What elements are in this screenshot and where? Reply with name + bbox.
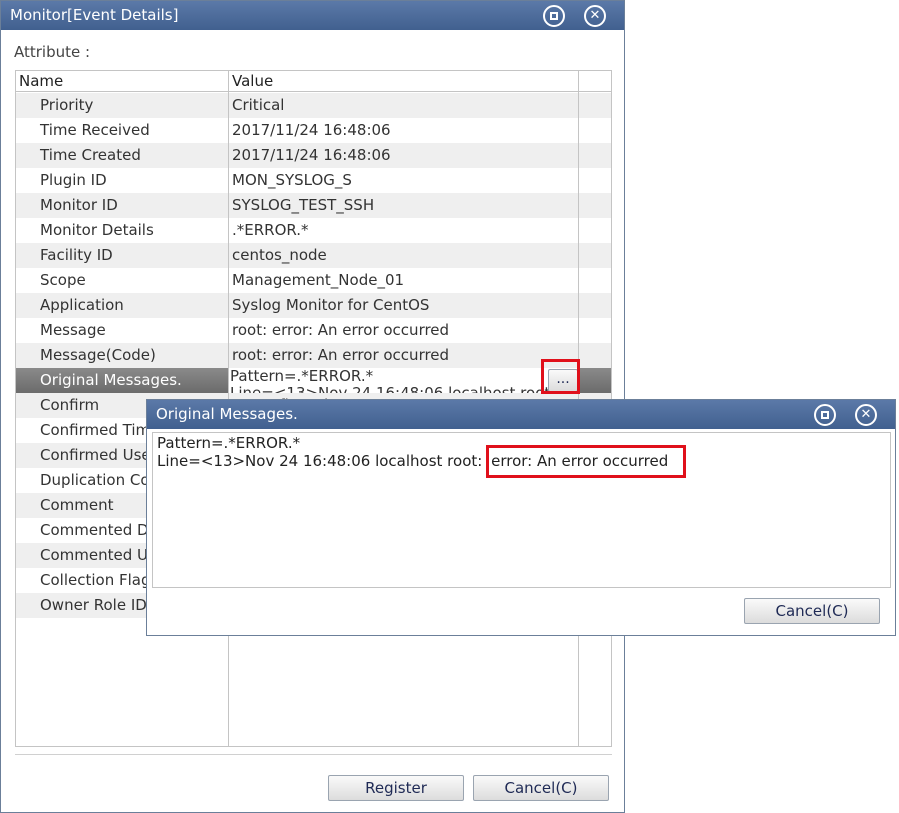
main-titlebar: Monitor[Event Details] ✕: [1, 1, 624, 30]
row-name: Monitor Details: [40, 221, 154, 239]
table-row[interactable]: Priority Critical: [16, 93, 611, 118]
table-row[interactable]: Message(Code) root: error: An error occur…: [16, 343, 611, 368]
row-name: Message(Code): [40, 346, 156, 364]
table-row[interactable]: Time Created 2017/11/24 16:48:06: [16, 143, 611, 168]
table-row[interactable]: Monitor ID SYSLOG_TEST_SSH: [16, 193, 611, 218]
column-header-value[interactable]: Value: [232, 71, 273, 92]
maximize-icon[interactable]: [543, 5, 565, 27]
row-value: Critical: [232, 96, 285, 114]
row-value-line-2: Line=<13>Nov 24 16:48:06 localhost root:…: [230, 384, 578, 394]
message-line-2-prefix: Line=<13>Nov 24 16:48:06 localhost root:: [157, 452, 483, 470]
annotation-highlight-error-text: [486, 445, 686, 478]
row-name: Plugin ID: [40, 171, 107, 189]
row-name: Collection Flag: [40, 571, 151, 589]
row-value: root: error: An error occurred: [232, 321, 450, 339]
row-name: Owner Role ID: [40, 596, 147, 614]
original-messages-dialog: Original Messages. ✕ Pattern=.*ERROR.* L…: [146, 399, 896, 636]
row-name: Monitor ID: [40, 196, 118, 214]
table-row[interactable]: Application Syslog Monitor for CentOS: [16, 293, 611, 318]
row-name: Scope: [40, 271, 86, 289]
dialog-title: Original Messages.: [156, 405, 298, 423]
row-name: Facility ID: [40, 246, 113, 264]
row-value: root: error: An error occurred: [232, 346, 450, 364]
cancel-button[interactable]: Cancel(C): [473, 775, 609, 801]
row-value: centos_node: [232, 246, 327, 264]
row-name: Application: [40, 296, 124, 314]
table-row[interactable]: Facility ID centos_node: [16, 243, 611, 268]
row-value: SYSLOG_TEST_SSH: [232, 196, 375, 214]
row-value: Syslog Monitor for CentOS: [232, 296, 430, 314]
annotation-highlight-ellipsis: [541, 359, 580, 394]
dialog-cancel-button[interactable]: Cancel(C): [744, 598, 880, 624]
register-button[interactable]: Register: [328, 775, 464, 801]
row-value: 2017/11/24 16:48:06: [232, 146, 391, 164]
row-value: .*ERROR.*: [232, 221, 309, 239]
row-value: Management_Node_01: [232, 271, 405, 289]
row-value: Pattern=.*ERROR.*: [230, 368, 374, 385]
attribute-label: Attribute :: [14, 43, 91, 61]
table-row[interactable]: Plugin ID MON_SYSLOG_S: [16, 168, 611, 193]
table-row[interactable]: Message root: error: An error occurred: [16, 318, 611, 343]
dialog-titlebar: Original Messages. ✕: [147, 400, 895, 429]
row-value-cell: Pattern=.*ERROR.* Line=<13>Nov 24 16:48:0…: [228, 368, 578, 393]
row-name: Comment: [40, 496, 114, 514]
maximize-icon[interactable]: [814, 404, 836, 426]
table-row[interactable]: Scope Management_Node_01: [16, 268, 611, 293]
row-name: Confirm: [40, 396, 100, 414]
row-name: Message: [40, 321, 106, 339]
row-name: Priority: [40, 96, 94, 114]
window-title: Monitor[Event Details]: [10, 6, 179, 24]
row-value: MON_SYSLOG_S: [232, 171, 352, 189]
divider: [15, 754, 612, 755]
row-name: Time Received: [40, 121, 150, 139]
row-name: Original Messages.: [40, 371, 182, 389]
message-line-1: Pattern=.*ERROR.*: [157, 434, 301, 452]
table-row[interactable]: Time Received 2017/11/24 16:48:06: [16, 118, 611, 143]
table-row-selected[interactable]: Original Messages. Pattern=.*ERROR.* Line=…: [16, 368, 611, 393]
close-icon[interactable]: ✕: [855, 404, 877, 426]
row-name: Confirmed User: [40, 446, 157, 464]
close-icon[interactable]: ✕: [584, 5, 606, 27]
table-header: Name Value: [16, 71, 611, 92]
row-name: Time Created: [40, 146, 141, 164]
table-row[interactable]: Monitor Details .*ERROR.*: [16, 218, 611, 243]
column-header-name[interactable]: Name: [19, 71, 63, 92]
row-value: 2017/11/24 16:48:06: [232, 121, 391, 139]
row-name: Confirmed Time: [40, 421, 160, 439]
